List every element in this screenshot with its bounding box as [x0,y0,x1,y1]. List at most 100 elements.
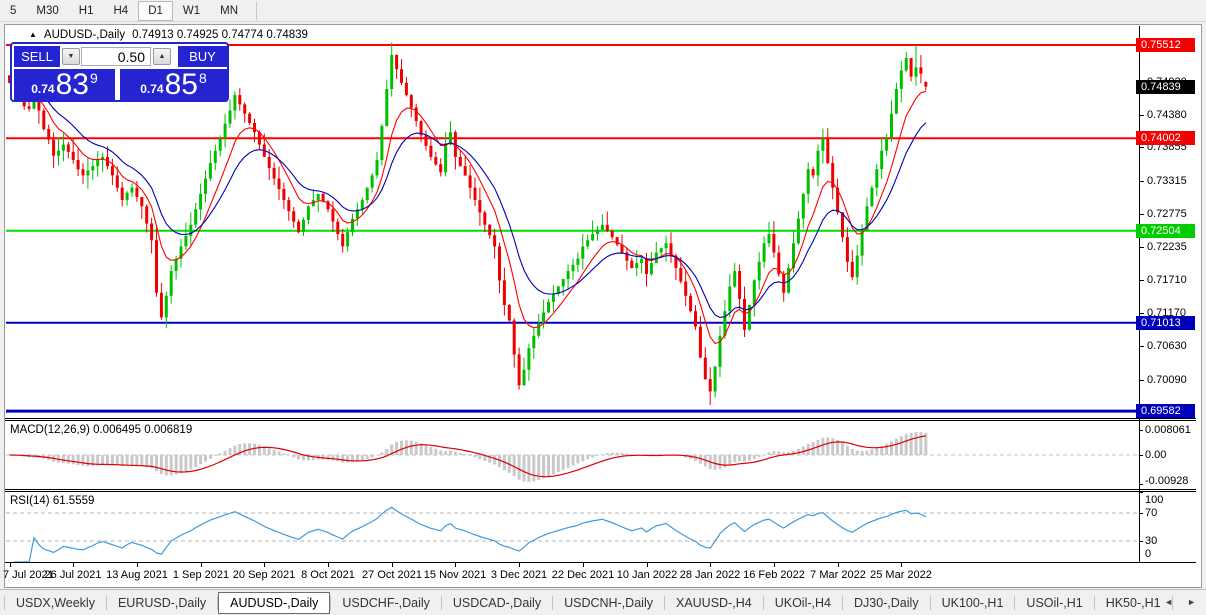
toolbar-separator [256,2,257,20]
date-tick-mark [583,563,584,567]
rsi-tick-mark [1139,492,1143,493]
macd-tick-label: -0.00928 [1145,475,1188,487]
pane-separator[interactable] [5,420,1196,421]
date-tick-label: 8 Oct 2021 [301,569,355,581]
timeframe-toolbar: 5M30H1H4D1W1MN [0,0,1206,22]
sell-price-sup: 9 [90,70,98,86]
application-window: 5M30H1H4D1W1MN ▲ AUDUSD-,Daily 0.74913 0… [0,0,1206,615]
tab-dj30-daily[interactable]: DJ30-,Daily [843,593,930,613]
sell-price-display[interactable]: 0.74 83 9 [14,69,115,101]
volume-decrease-button[interactable]: ▼ [62,48,80,65]
rsi-indicator-label: RSI(14) 61.5559 [10,495,94,507]
rsi-tick-mark [1139,541,1143,542]
rsi-tick-mark [1139,562,1143,563]
date-tick-label: 7 Mar 2022 [810,569,866,581]
volume-input[interactable] [81,47,151,66]
pane-separator [5,562,1196,563]
date-tick-mark [774,563,775,567]
rsi-tick-label: 70 [1145,507,1157,519]
macd-tick-label: 0.008061 [1145,424,1191,436]
date-tick-label: 10 Jan 2022 [617,569,678,581]
date-tick-mark [137,563,138,567]
date-tick-mark [73,563,74,567]
tab-ukoil-h4[interactable]: UKOil-,H4 [764,593,842,613]
tab-usoil-h1[interactable]: USOil-,H1 [1015,593,1093,613]
price-tick-label: 0.70090 [1147,374,1187,386]
price-badge: 0.71013 [1136,316,1195,330]
date-tick-label: 28 Jan 2022 [680,569,741,581]
date-tick-label: 26 Jul 2021 [45,569,102,581]
symbol-tab-bar: USDX,WeeklyEURUSD-,DailyAUDUSD-,DailyUSD… [0,589,1206,615]
date-tick-label: 16 Feb 2022 [743,569,805,581]
tab-usdx-weekly[interactable]: USDX,Weekly [5,593,106,613]
date-tick-label: 20 Sep 2021 [233,569,295,581]
date-tick-label: 27 Oct 2021 [362,569,422,581]
date-tick-mark [201,563,202,567]
tab-eurusd-daily[interactable]: EURUSD-,Daily [107,593,217,613]
buy-price-prefix: 0.74 [140,82,163,96]
date-tick-mark [328,563,329,567]
rsi-tick-label: 100 [1145,494,1163,506]
price-tick-label: 0.74380 [1147,109,1187,121]
timeframe-button-mn[interactable]: MN [210,1,248,21]
price-tick-mark [1139,280,1144,281]
sell-price-prefix: 0.74 [31,82,54,96]
tab-audusd-daily[interactable]: AUDUSD-,Daily [218,592,330,614]
buy-button[interactable]: BUY [178,46,227,68]
tab-uk100-h1[interactable]: UK100-,H1 [931,593,1015,613]
date-tick-mark [519,563,520,567]
price-badge: 0.74002 [1136,131,1195,145]
price-tick-label: 0.73315 [1147,175,1187,187]
rsi-pane-canvas[interactable] [6,492,1139,562]
tab-usdcnh-daily[interactable]: USDCNH-,Daily [553,593,664,613]
pane-separator[interactable] [5,418,1196,419]
price-badge: 0.72504 [1136,224,1195,238]
date-tick-mark [264,563,265,567]
date-tick-mark [392,563,393,567]
date-tick-mark [10,563,11,567]
buy-price-display[interactable]: 0.74 85 8 [120,69,227,101]
one-click-trade-panel: SELL ▼ ▲ BUY 0.74 83 9 0.74 85 8 [10,42,229,102]
buy-button-label: BUY [189,49,216,64]
tab-xauusd-h4[interactable]: XAUUSD-,H4 [665,593,763,613]
price-tick-mark [1139,214,1144,215]
tab-usdcad-daily[interactable]: USDCAD-,Daily [442,593,552,613]
rsi-tick-label: 30 [1145,535,1157,547]
date-tick-label: 22 Dec 2021 [552,569,614,581]
timeframe-button-h1[interactable]: H1 [69,1,104,21]
timeframe-button-h4[interactable]: H4 [103,1,138,21]
price-tick-mark [1139,313,1144,314]
price-tick-mark [1139,181,1144,182]
price-badge: 0.74839 [1136,80,1195,94]
price-tick-mark [1139,247,1144,248]
timeframe-button-w1[interactable]: W1 [173,1,210,21]
tab-usdchf-daily[interactable]: USDCHF-,Daily [331,593,441,613]
date-tick-mark [838,563,839,567]
price-tick-mark [1139,380,1144,381]
pane-separator[interactable] [5,489,1196,490]
date-tick-label: 13 Aug 2021 [106,569,168,581]
price-tick-label: 0.72235 [1147,241,1187,253]
volume-increase-button[interactable]: ▲ [153,48,171,65]
pane-separator[interactable] [5,491,1196,492]
macd-tick-mark [1139,430,1143,431]
price-tick-label: 0.71710 [1147,274,1187,286]
sell-button[interactable]: SELL [14,46,60,68]
tab-scroll-left-icon[interactable]: ◄ [1164,597,1173,607]
date-tick-mark [710,563,711,567]
price-tick-mark [1139,115,1144,116]
timeframe-button-d1[interactable]: D1 [138,1,173,21]
macd-tick-label: 0.00 [1145,449,1166,461]
tab-hk50-h1[interactable]: HK50-,H1 [1095,593,1172,613]
price-badge: 0.69582 [1136,404,1195,418]
price-tick-mark [1139,147,1144,148]
buy-price-sup: 8 [199,70,207,86]
macd-indicator-label: MACD(12,26,9) 0.006495 0.006819 [10,424,192,436]
date-tick-mark [455,563,456,567]
sell-button-label: SELL [21,49,53,64]
timeframe-button-5[interactable]: 5 [0,1,26,21]
price-tick-label: 0.72775 [1147,208,1187,220]
price-tick-label: 0.70630 [1147,340,1187,352]
tab-scroll-right-icon[interactable]: ► [1187,597,1196,607]
timeframe-button-m30[interactable]: M30 [26,1,68,21]
